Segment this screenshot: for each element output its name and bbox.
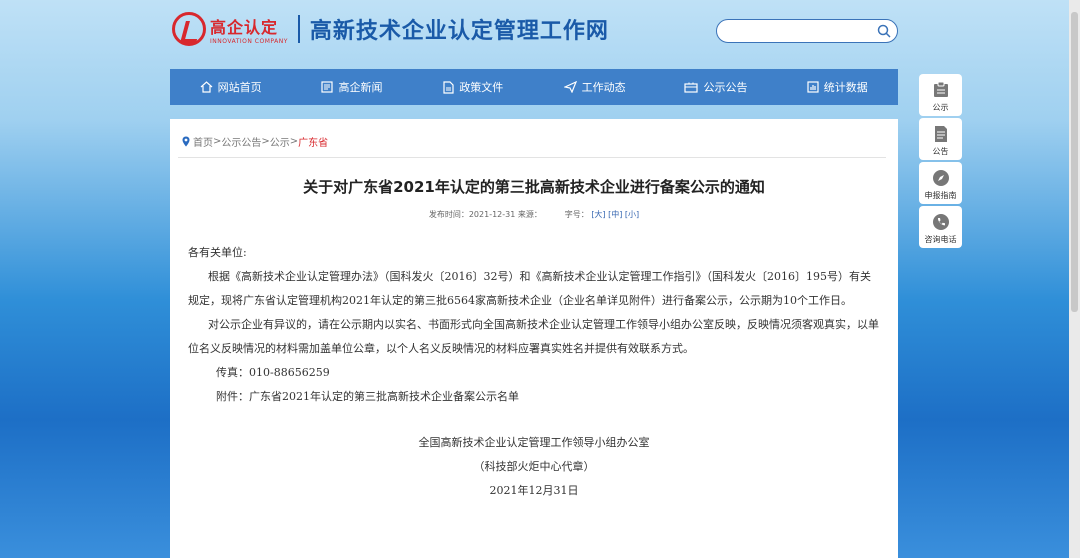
clipboard-icon	[933, 81, 948, 97]
fax-line: 传真：010-88656259	[216, 366, 330, 379]
nav-item-label: 统计数据	[823, 81, 868, 94]
side-button-public[interactable]: 公示	[919, 74, 962, 116]
side-button-label: 公示	[932, 103, 949, 112]
article-body: 各有关单位: 根据《高新技术企业认定管理办法》（国科发火〔2016〕32号）和《…	[188, 241, 880, 503]
compass-icon	[932, 170, 949, 186]
attachment-link[interactable]: 附件：广东省2021年认定的第三批高新技术企业备案公示名单	[188, 385, 880, 409]
paragraph: 对公示企业有异议的，请在公示期内以实名、书面形式向全国高新技术企业认定管理工作领…	[188, 318, 879, 355]
site-title: 高新技术企业认定管理工作网	[309, 19, 609, 44]
home-icon	[200, 81, 213, 93]
search-input[interactable]	[727, 22, 877, 40]
paragraph: 根据《高新技术企业认定管理办法》（国科发火〔2016〕32号）和《高新技术企业认…	[188, 270, 871, 307]
font-size-small[interactable]: [小]	[625, 210, 639, 219]
side-button-label: 申报指南	[924, 191, 957, 200]
nav-item-label: 高企新闻	[338, 81, 383, 94]
notice-board-icon	[934, 126, 947, 142]
logo-mark-icon	[172, 12, 206, 46]
breadcrumb-separator: >	[261, 136, 270, 147]
breadcrumb-divider	[178, 157, 886, 158]
breadcrumb-current[interactable]: 广东省	[298, 134, 328, 149]
side-button-announcement[interactable]: 公告	[919, 118, 962, 160]
signature-date: 2021年12月31日	[489, 484, 579, 497]
source-label: 来源：	[517, 210, 542, 219]
search-icon[interactable]	[877, 24, 891, 38]
notice-icon	[684, 82, 699, 93]
salutation: 各有关单位:	[188, 246, 247, 259]
publish-time: 2021-12-31	[468, 210, 516, 219]
signature-sub: （科技部火炬中心代章）	[473, 460, 595, 473]
nav-item-label: 公示公告	[703, 81, 748, 94]
breadcrumb-separator: >	[289, 136, 299, 147]
scrollbar-thumb[interactable]	[1071, 12, 1078, 312]
font-size-large[interactable]: [大]	[591, 210, 605, 219]
news-icon	[321, 81, 334, 93]
article-title: 关于对广东省2021年认定的第三批高新技术企业进行备案公示的通知	[303, 178, 765, 196]
article-meta: 发布时间：2021-12-31 来源： 字号： [大] [中] [小]	[170, 209, 898, 220]
breadcrumb-public[interactable]: 公示	[270, 134, 290, 149]
breadcrumb-separator: >	[213, 136, 222, 147]
breadcrumb-notice[interactable]: 公示公告	[221, 134, 261, 149]
nav-item-news[interactable]: 高企新闻	[291, 69, 412, 105]
header: 高企认定 INNOVATION COMPANY 高新技术企业认定管理工作网	[0, 0, 1080, 62]
chart-icon	[807, 81, 819, 93]
nav-item-label: 工作动态	[581, 81, 626, 94]
publish-label: 发布时间：	[428, 210, 469, 219]
logo-cn-text: 高企认定	[210, 17, 279, 37]
breadcrumb: 首页 > 公示公告 > 公示 > 广东省	[182, 134, 328, 149]
send-icon	[563, 81, 577, 93]
location-pin-icon	[182, 136, 190, 147]
page-scrollbar[interactable]	[1069, 0, 1080, 558]
document-icon	[443, 80, 454, 94]
font-size-label: 字号：	[564, 210, 589, 219]
nav-item-label: 网站首页	[217, 81, 262, 94]
nav-item-work[interactable]: 工作动态	[534, 69, 655, 105]
site-logo[interactable]: 高企认定 INNOVATION COMPANY 高新技术企业认定管理工作网	[172, 12, 609, 46]
logo-divider	[297, 15, 300, 43]
signature-org: 全国高新技术企业认定管理工作领导小组办公室	[418, 436, 650, 449]
search-box[interactable]	[716, 19, 898, 43]
nav-item-notice[interactable]: 公示公告	[655, 69, 776, 105]
side-button-label: 咨询电话	[924, 235, 957, 244]
main-nav: 网站首页 高企新闻 政策文件 工作动态 公示公告 统计数据	[170, 69, 898, 105]
side-button-phone[interactable]: 咨询电话	[919, 206, 962, 248]
article-panel: 首页 > 公示公告 > 公示 > 广东省 关于对广东省2021年认定的第三批高新…	[170, 119, 898, 558]
side-button-guide[interactable]: 申报指南	[919, 162, 962, 204]
nav-item-home[interactable]: 网站首页	[170, 69, 291, 105]
phone-icon	[932, 214, 949, 230]
logo-en-text: INNOVATION COMPANY	[210, 37, 288, 45]
nav-item-label: 政策文件	[459, 81, 504, 94]
nav-item-stats[interactable]: 统计数据	[777, 69, 898, 105]
side-button-label: 公告	[932, 147, 949, 156]
nav-item-policy[interactable]: 政策文件	[413, 69, 534, 105]
breadcrumb-home[interactable]: 首页	[193, 134, 213, 149]
font-size-medium[interactable]: [中]	[608, 210, 622, 219]
